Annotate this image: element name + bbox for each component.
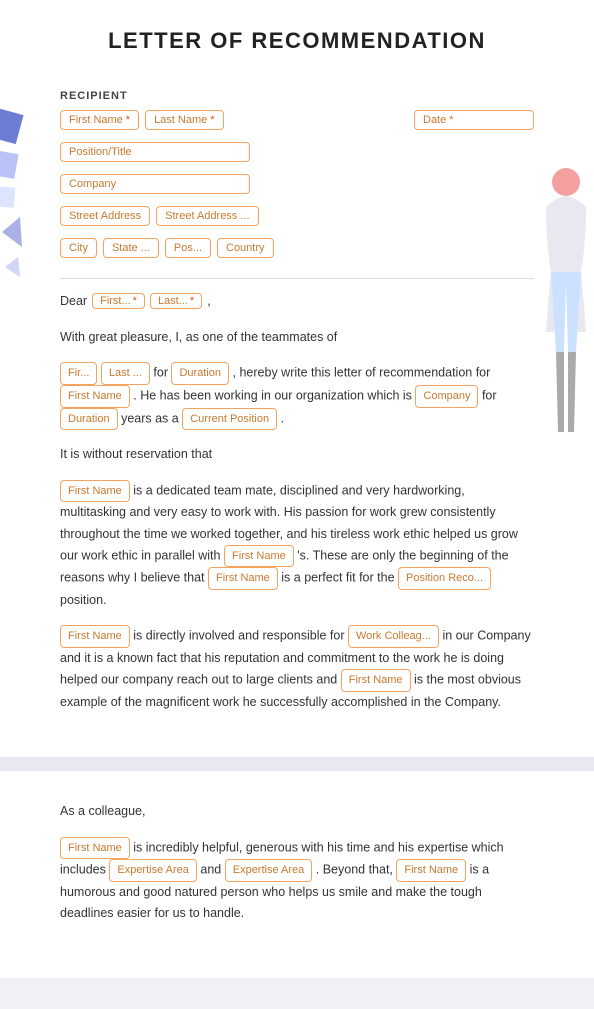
street-address1-field[interactable]: Street Address — [60, 206, 150, 226]
p1-current-position-field[interactable]: Current Position — [182, 408, 277, 431]
dear-line: Dear First... * Last... * , — [60, 293, 534, 309]
p3-firstname1-field[interactable]: First Name — [60, 625, 130, 648]
p2-firstname3-field[interactable]: First Name — [208, 567, 278, 590]
p4-firstname-field[interactable]: First Name — [60, 837, 130, 860]
p3-firstname2-field[interactable]: First Name — [341, 669, 411, 692]
req-star-2: * — [190, 295, 194, 307]
page-wrapper: LETTER OF RECOMMENDATION — [0, 0, 594, 978]
state-field[interactable]: State ... — [103, 238, 159, 258]
second-page: As a colleague, First Name is incredibly… — [0, 771, 594, 978]
p3-work-colleague-field[interactable]: Work Colleag... — [348, 625, 439, 648]
header-section: LETTER OF RECOMMENDATION — [0, 0, 594, 72]
p2-position-reco-field[interactable]: Position Reco... — [398, 567, 491, 590]
second-page-body: As a colleague, First Name is incredibly… — [60, 801, 534, 924]
paragraph-1: With great pleasure, I, as one of the te… — [60, 327, 534, 348]
street-address2-field[interactable]: Street Address ... — [156, 206, 258, 226]
divider-1 — [60, 278, 534, 279]
p1-duration2-field[interactable]: Duration — [60, 408, 118, 431]
company-row: Company — [60, 174, 274, 194]
p1-company-field[interactable]: Company — [415, 385, 478, 408]
letter-body: With great pleasure, I, as one of the te… — [60, 327, 534, 713]
city-field[interactable]: City — [60, 238, 97, 258]
recipient-label: RECIPIENT — [60, 90, 534, 102]
position-row: Position/Title — [60, 142, 274, 162]
dear-last-field[interactable]: Last... * — [150, 293, 202, 309]
name-row: First Name * Last Name * — [60, 110, 274, 130]
first-name-field[interactable]: First Name * — [60, 110, 139, 130]
last-name-field[interactable]: Last Name * — [145, 110, 223, 130]
left-decoration — [0, 72, 44, 422]
required-star: * — [126, 114, 130, 126]
location-row: City State ... Pos... Country — [60, 238, 274, 258]
page-title: LETTER OF RECOMMENDATION — [20, 28, 574, 54]
company-field[interactable]: Company — [60, 174, 250, 194]
section-divider — [0, 757, 594, 771]
p4-firstname2-field[interactable]: First Name — [396, 859, 466, 882]
dear-first-field[interactable]: First... * — [92, 293, 145, 309]
recipient-row: First Name * Last Name * Position/Title — [60, 110, 534, 264]
p1-duration1-field[interactable]: Duration — [171, 362, 229, 385]
paragraph-2: It is without reservation that — [60, 444, 534, 465]
document-area: RECIPIENT First Name * Last Name * — [0, 72, 594, 757]
req-star: * — [133, 295, 137, 307]
date-required-star: * — [449, 114, 453, 126]
position-title-field[interactable]: Position/Title — [60, 142, 250, 162]
date-field[interactable]: Date * — [414, 110, 534, 130]
required-star-2: * — [210, 114, 214, 126]
street-row: Street Address Street Address ... — [60, 206, 274, 226]
recipient-left-fields: First Name * Last Name * Position/Title — [60, 110, 274, 264]
paragraph-4: As a colleague, — [60, 801, 534, 822]
p4-expertise2-field[interactable]: Expertise Area — [225, 859, 313, 882]
p1-fir-field[interactable]: Fir... — [60, 362, 97, 385]
country-field[interactable]: Country — [217, 238, 274, 258]
p4-expertise1-field[interactable]: Expertise Area — [109, 859, 197, 882]
postal-field[interactable]: Pos... — [165, 238, 211, 258]
p2-firstname2-field[interactable]: First Name — [224, 545, 294, 568]
p1-firstname1-field[interactable]: First Name — [60, 385, 130, 408]
p1-last-field[interactable]: Last ... — [101, 362, 150, 385]
right-decoration — [536, 152, 594, 632]
p2-firstname-field[interactable]: First Name — [60, 480, 130, 503]
